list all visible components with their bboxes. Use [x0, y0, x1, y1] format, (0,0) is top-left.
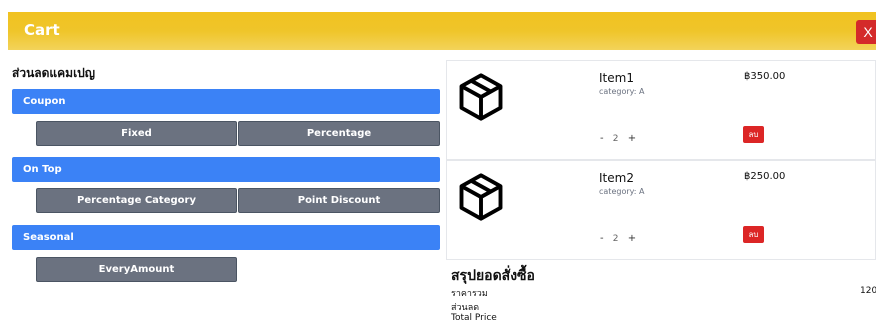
close-button[interactable]: X	[856, 20, 876, 44]
cart-item: Item2 category: A ฿250.00 - 2 + ลบ	[446, 160, 876, 260]
subtotal-label: ราคารวม	[451, 289, 488, 299]
quantity-value: 2	[612, 134, 619, 144]
cart-title: Cart	[24, 21, 60, 39]
cart-item: Item1 category: A ฿350.00 - 2 + ลบ	[446, 60, 876, 160]
item-price: ฿350.00	[744, 71, 786, 82]
decrease-button[interactable]: -	[600, 233, 604, 244]
group-bar-on-top[interactable]: On Top	[12, 157, 440, 182]
item-category: category: A	[599, 187, 645, 196]
subtotal-value: 120	[860, 286, 876, 296]
option-fixed-button[interactable]: Fixed	[36, 121, 237, 146]
quantity-stepper: - 2 +	[600, 133, 642, 144]
option-percentage-button[interactable]: Percentage	[238, 121, 440, 146]
quantity-stepper: - 2 +	[600, 233, 642, 244]
cart-header: Cart X	[8, 12, 876, 50]
decrease-button[interactable]: -	[600, 133, 604, 144]
group-bar-coupon[interactable]: Coupon	[12, 89, 440, 114]
option-percentage-category-button[interactable]: Percentage Category	[36, 188, 237, 213]
item-name: Item2	[599, 171, 634, 185]
box-icon	[459, 173, 503, 221]
increase-button[interactable]: +	[628, 133, 636, 144]
item-name: Item1	[599, 71, 634, 85]
box-icon	[459, 73, 503, 121]
option-point-discount-button[interactable]: Point Discount	[238, 188, 440, 213]
item-price: ฿250.00	[744, 171, 786, 182]
group-bar-seasonal[interactable]: Seasonal	[12, 225, 440, 250]
delete-button[interactable]: ลบ	[743, 226, 764, 243]
campaign-discount-title: ส่วนลดแคมเปญ	[12, 66, 96, 80]
order-summary-title: สรุปยอดสั่งซื้อ	[451, 268, 535, 284]
quantity-value: 2	[612, 234, 619, 244]
item-category: category: A	[599, 87, 645, 96]
increase-button[interactable]: +	[628, 233, 636, 244]
discount-label: ส่วนลด	[451, 303, 480, 313]
option-every-amount-button[interactable]: EveryAmount	[36, 257, 237, 282]
delete-button[interactable]: ลบ	[743, 126, 764, 143]
